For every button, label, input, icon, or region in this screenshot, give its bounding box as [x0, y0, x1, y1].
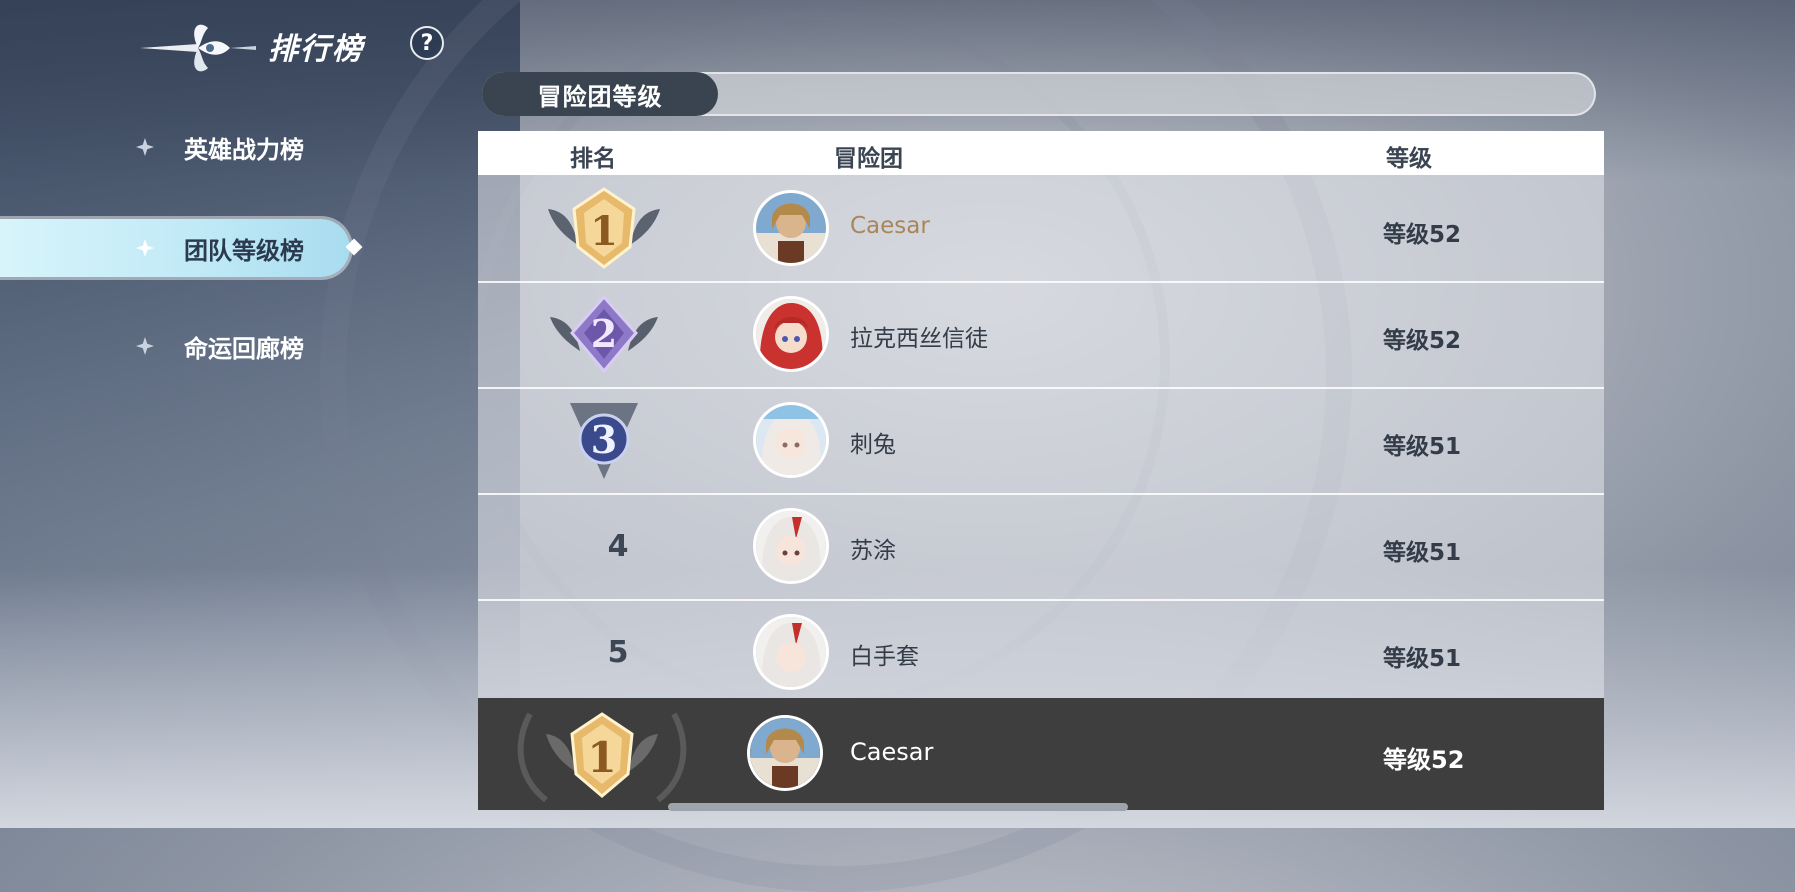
team-name: Caesar	[850, 213, 930, 239]
help-icon: ?	[420, 30, 434, 56]
avatar[interactable]	[750, 718, 820, 788]
table-row[interactable]: 2 拉克西丝信徒 等级52	[478, 281, 1604, 389]
sidebar-item-hero-power[interactable]: 英雄战力榜	[0, 118, 360, 176]
ranking-list[interactable]: 1 Caesar 等级52 2 拉克西丝信徒 等级52 3 刺兔 等级51 4 …	[478, 175, 1604, 699]
team-level: 等级52	[1383, 328, 1462, 354]
avatar[interactable]	[756, 193, 826, 263]
sidebar-item-label: 命运回廊榜	[184, 334, 304, 363]
team-name: 白手套	[850, 644, 919, 670]
tab-adventure-team-level[interactable]: 冒险团等级	[482, 72, 718, 116]
my-rank-row: 1 Caesar 等级52	[478, 698, 1604, 810]
team-level: 等级51	[1383, 646, 1462, 672]
avatar[interactable]	[756, 617, 826, 687]
blue-medal-icon: 3	[570, 403, 638, 479]
page-title: 排行榜	[268, 32, 364, 67]
list-scrollbar[interactable]	[668, 803, 1128, 811]
help-button[interactable]: ?	[410, 26, 444, 60]
leaderboard-logo-icon	[140, 24, 256, 72]
table-row[interactable]: 3 刺兔 等级51	[478, 387, 1604, 495]
diamond-bullet-icon	[136, 337, 154, 355]
avatar[interactable]	[756, 299, 826, 369]
medal-rank-label: 3	[591, 417, 617, 462]
gold-medal-icon: 1	[548, 187, 660, 269]
sidebar-item-label: 团队等级榜	[184, 236, 304, 265]
diamond-bullet-icon	[136, 239, 154, 257]
purple-medal-icon: 2	[550, 294, 658, 374]
team-name: 刺兔	[850, 432, 896, 458]
gold-medal-icon: 1	[517, 712, 687, 803]
uid-label: UID:1010001000302	[1510, 811, 1646, 826]
column-header-rank: 排名	[570, 146, 616, 172]
table-row[interactable]: 5 白手套 等级51	[478, 599, 1604, 699]
sidebar-item-label: 英雄战力榜	[184, 135, 304, 164]
rank-number: 5	[607, 635, 629, 670]
team-level: 等级52	[1383, 222, 1462, 248]
table-row[interactable]: 1 Caesar 等级52	[478, 175, 1604, 283]
sidebar-item-team-level[interactable]: 团队等级榜	[0, 219, 363, 277]
medal-rank-label: 2	[591, 311, 617, 356]
diamond-bullet-icon	[136, 138, 154, 156]
column-header-level: 等级	[1386, 146, 1432, 172]
medal-rank-label: 1	[587, 733, 616, 782]
sidebar-item-fate-corridor[interactable]: 命运回廊榜	[0, 317, 360, 375]
column-header-team: 冒险团	[834, 146, 903, 172]
table-row[interactable]: 4 苏涂 等级51	[478, 493, 1604, 601]
medal-rank-label: 1	[590, 208, 618, 255]
team-name: 苏涂	[850, 538, 896, 564]
rank-number: 4	[607, 529, 629, 564]
avatar[interactable]	[756, 511, 826, 581]
team-level: 等级51	[1383, 540, 1462, 566]
table-header: 排名 冒险团 等级	[478, 131, 1604, 175]
my-team-name: Caesar	[850, 738, 934, 766]
team-level: 等级51	[1383, 434, 1462, 460]
my-team-level: 等级52	[1383, 746, 1465, 774]
team-name: 拉克西丝信徒	[850, 326, 988, 352]
avatar[interactable]	[756, 405, 826, 475]
